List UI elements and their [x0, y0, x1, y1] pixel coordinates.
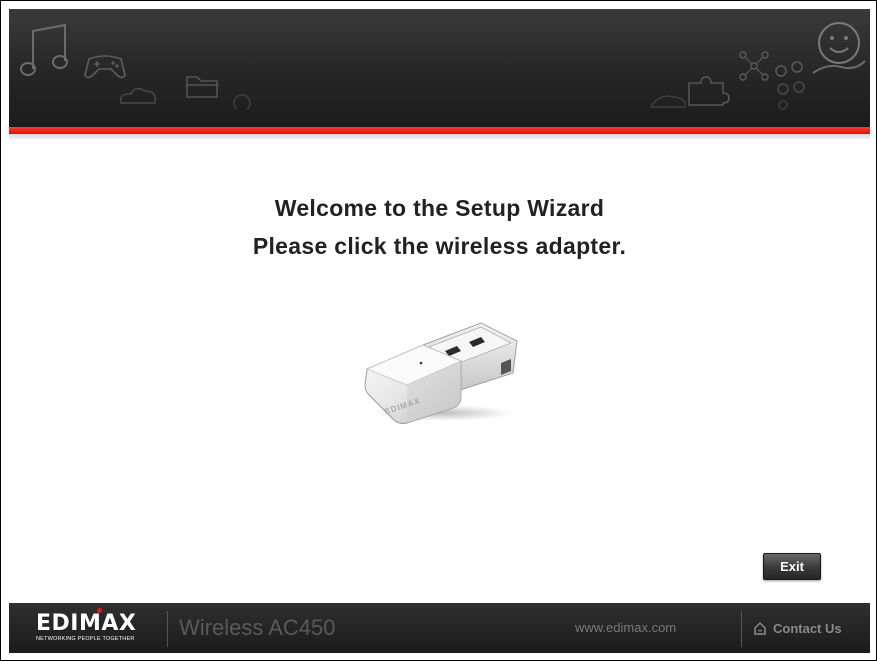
contact-us-link[interactable]: Contact Us — [753, 617, 842, 639]
cloud-icon — [119, 87, 157, 104]
header-banner — [9, 9, 870, 127]
music-note-icon — [20, 23, 68, 76]
footer-bar: EDIMAX NETWORKING PEOPLE TOGETHER Wirele… — [9, 603, 870, 653]
contact-us-label: Contact Us — [773, 620, 842, 636]
brand-tagline: NETWORKING PEOPLE TOGETHER — [36, 636, 135, 642]
puzzle-icon — [688, 76, 730, 106]
circle-icon — [233, 94, 251, 109]
folder-icon — [186, 76, 219, 98]
welcome-title: Welcome to the Setup Wizard — [274, 195, 605, 221]
footer-divider — [741, 611, 742, 647]
house-icon — [754, 621, 766, 635]
product-name: Wireless AC450 — [179, 615, 336, 640]
header-accent-stripe — [9, 127, 870, 134]
website-link[interactable]: www.edimax.com — [575, 620, 676, 635]
logo-red-dot — [97, 608, 102, 613]
edimax-logo: EDIMAX NETWORKING PEOPLE TOGETHER — [36, 608, 154, 643]
wireless-adapter-image[interactable]: EDIMAX — [361, 313, 521, 425]
bubbles-icon — [775, 61, 805, 110]
welcome-instruction: Please click the wireless adapter. — [252, 233, 627, 259]
brand-name: EDIMAX — [36, 611, 137, 636]
gamepad-icon — [84, 55, 126, 79]
mouse-icon — [649, 95, 687, 108]
setup-wizard-window: Welcome to the Setup Wizard Please click… — [0, 0, 877, 661]
network-icon — [739, 51, 769, 81]
header-shadow-stripe — [9, 134, 870, 139]
footer-divider — [167, 611, 168, 647]
exit-button[interactable]: Exit — [763, 553, 821, 580]
smiley-hand-icon — [812, 22, 866, 74]
